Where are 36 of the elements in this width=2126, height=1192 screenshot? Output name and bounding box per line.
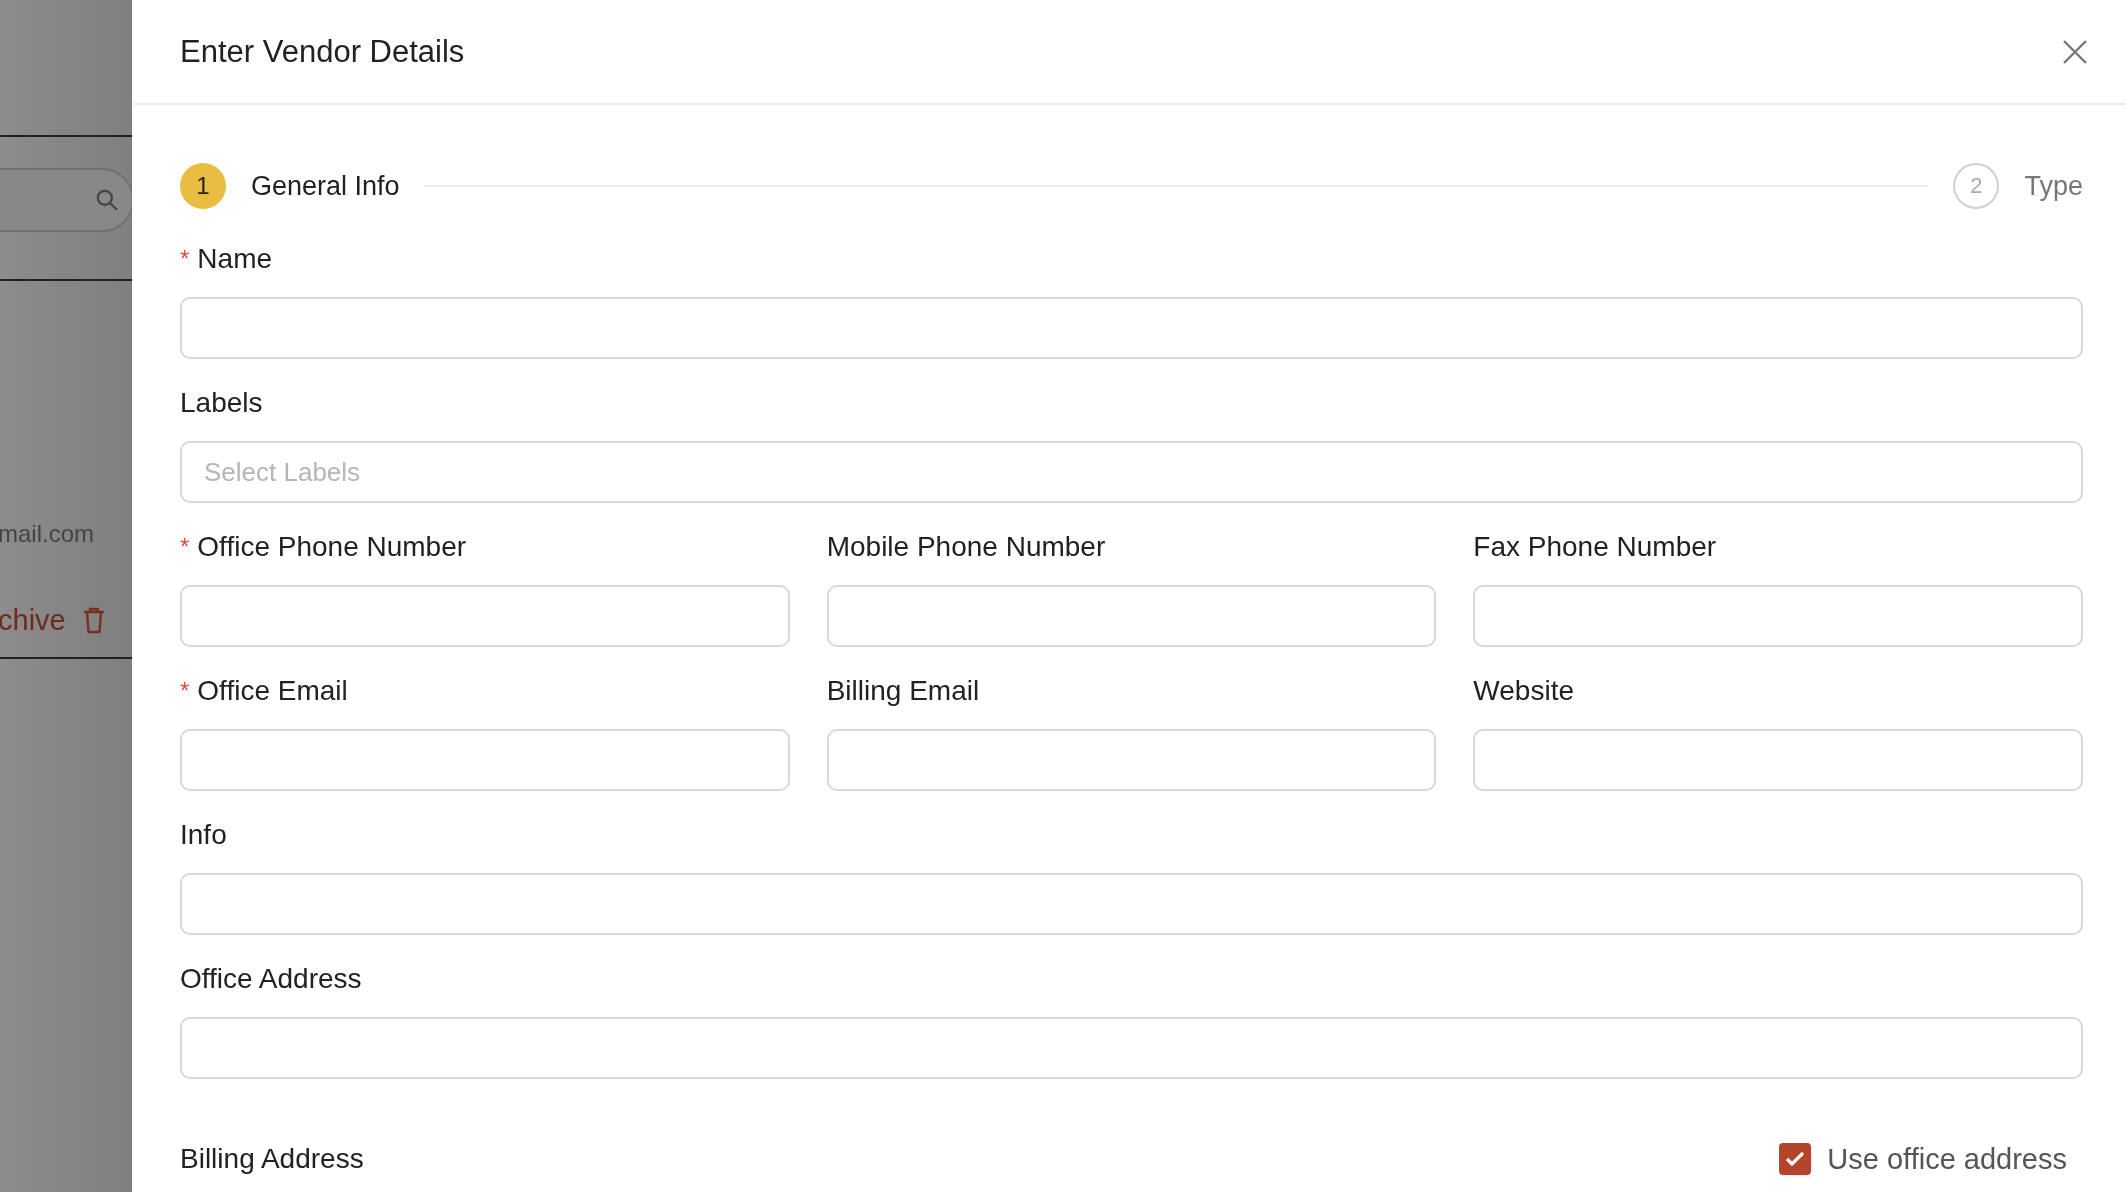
step-label[interactable]: Type bbox=[2024, 170, 2083, 202]
text-field[interactable] bbox=[1473, 585, 2083, 647]
field-label: Name bbox=[197, 242, 273, 276]
text-field[interactable] bbox=[1473, 729, 2083, 791]
text-field[interactable] bbox=[180, 1017, 2083, 1079]
checkbox[interactable] bbox=[1779, 1143, 1812, 1175]
text-field[interactable] bbox=[180, 729, 790, 791]
field-label: Office Phone Number bbox=[197, 530, 467, 564]
close-icon[interactable] bbox=[2062, 38, 2088, 65]
check-icon bbox=[1785, 1151, 1806, 1167]
step-label[interactable]: General Info bbox=[251, 170, 400, 202]
required-asterisk: * bbox=[180, 676, 190, 706]
field-label: Office Email bbox=[197, 674, 348, 708]
text-field[interactable] bbox=[180, 585, 790, 647]
field-label: Labels bbox=[180, 386, 263, 420]
field-label: Mobile Phone Number bbox=[826, 530, 1106, 564]
text-field[interactable] bbox=[180, 297, 2083, 359]
email-text: mail.com bbox=[0, 520, 94, 548]
select-field[interactable]: Select Labels bbox=[180, 441, 2083, 503]
text-field[interactable] bbox=[180, 873, 2083, 935]
field-label: Billing Email bbox=[826, 674, 980, 708]
checkbox-label[interactable]: Use office address bbox=[1827, 1142, 2067, 1176]
field-label: Billing Address bbox=[180, 1142, 364, 1176]
field-label: Office Address bbox=[180, 962, 362, 996]
trash-icon[interactable] bbox=[81, 606, 106, 635]
step-number: 1 bbox=[180, 163, 226, 209]
text-field[interactable] bbox=[826, 729, 1437, 791]
modal-title: Enter Vendor Details bbox=[180, 33, 465, 70]
text-field[interactable] bbox=[826, 585, 1437, 647]
required-asterisk: * bbox=[180, 244, 190, 274]
field-label: Fax Phone Number bbox=[1473, 530, 1717, 564]
field-label: Info bbox=[180, 818, 227, 852]
step-number: 2 bbox=[1953, 163, 2000, 209]
search-icon bbox=[94, 187, 120, 213]
required-asterisk: * bbox=[180, 532, 190, 562]
field-label: Website bbox=[1473, 674, 1574, 708]
